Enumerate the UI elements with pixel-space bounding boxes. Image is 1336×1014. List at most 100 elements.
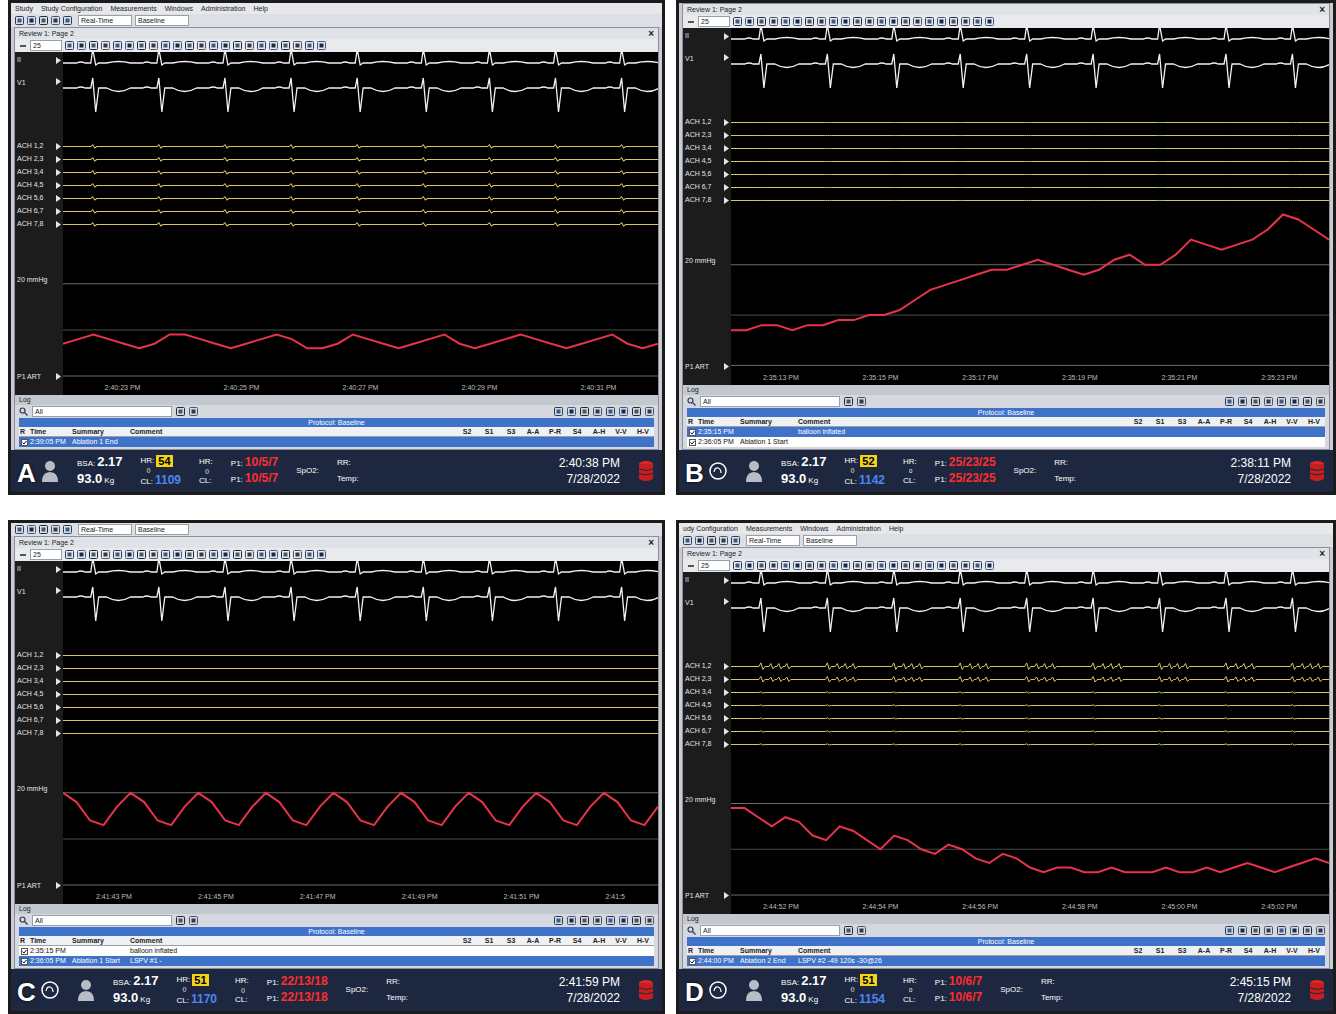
column-header[interactable]: S3	[500, 936, 522, 945]
tool-icon[interactable]	[733, 561, 742, 570]
tool-icon[interactable]	[197, 41, 206, 50]
zoom-select[interactable]: 25	[30, 40, 62, 51]
tool-icon[interactable]	[185, 41, 194, 50]
checkbox-icon[interactable]	[21, 948, 28, 955]
column-header[interactable]: Comment	[797, 417, 1127, 426]
tool-icon[interactable]	[853, 561, 862, 570]
column-header[interactable]: Time	[29, 936, 71, 945]
column-header[interactable]: R	[687, 417, 697, 426]
column-header[interactable]: S1	[1149, 946, 1171, 955]
tool-icon[interactable]	[15, 16, 24, 25]
column-header[interactable]: Summary	[739, 946, 797, 955]
tool-icon[interactable]	[949, 561, 958, 570]
column-header[interactable]: P-R	[1215, 417, 1237, 426]
tool-icon[interactable]	[15, 525, 24, 534]
tool-icon[interactable]	[731, 536, 740, 545]
tool-icon[interactable]	[77, 550, 86, 559]
log-row-checkbox[interactable]	[687, 437, 697, 447]
tool-icon[interactable]	[844, 926, 853, 935]
tool-icon[interactable]	[889, 561, 898, 570]
tool-icon[interactable]	[961, 17, 970, 26]
database-icon[interactable]	[1309, 460, 1325, 482]
tool-icon[interactable]	[973, 17, 982, 26]
tool-icon[interactable]	[176, 916, 185, 925]
tool-icon[interactable]	[27, 525, 36, 534]
tool-icon[interactable]	[925, 17, 934, 26]
checkbox-icon[interactable]	[21, 439, 28, 446]
column-header[interactable]: S4	[1237, 417, 1259, 426]
column-header[interactable]: S2	[456, 427, 478, 436]
menu-item[interactable]: Measurements	[110, 4, 156, 13]
tool-icon[interactable]	[1290, 397, 1299, 406]
menu-item[interactable]: Study Configuration	[41, 4, 102, 13]
column-header[interactable]: A-H	[1259, 946, 1281, 955]
column-header[interactable]: Time	[29, 427, 71, 436]
column-header[interactable]: P-R	[544, 936, 566, 945]
tool-icon[interactable]	[769, 561, 778, 570]
tool-icon[interactable]	[221, 550, 230, 559]
tool-icon[interactable]	[1225, 926, 1234, 935]
tool-icon[interactable]	[173, 41, 182, 50]
log-row-checkbox[interactable]	[687, 427, 697, 437]
tool-icon[interactable]	[89, 550, 98, 559]
zoom-select[interactable]: 25	[698, 16, 730, 27]
column-header[interactable]: P-R	[1215, 946, 1237, 955]
tool-icon[interactable]	[857, 397, 866, 406]
tool-icon[interactable]	[189, 916, 198, 925]
tool-icon[interactable]	[757, 17, 766, 26]
tool-icon[interactable]	[1316, 926, 1325, 935]
column-header[interactable]: Time	[697, 946, 739, 955]
column-header[interactable]: R	[19, 936, 29, 945]
menu-item[interactable]: Administration	[837, 524, 881, 533]
mode-select[interactable]: Real-Time	[746, 535, 800, 546]
tool-icon[interactable]	[645, 407, 654, 416]
column-header[interactable]: A-H	[1259, 417, 1281, 426]
log-filter-select[interactable]: All	[700, 925, 840, 936]
tool-icon[interactable]	[63, 525, 72, 534]
tool-icon[interactable]	[567, 407, 576, 416]
search-icon[interactable]	[19, 407, 28, 416]
tool-icon[interactable]	[683, 536, 692, 545]
tool-icon[interactable]	[593, 407, 602, 416]
search-icon[interactable]	[19, 916, 28, 925]
tool-icon[interactable]	[817, 17, 826, 26]
menu-item[interactable]: Administration	[201, 4, 245, 13]
tool-icon[interactable]	[189, 407, 198, 416]
tool-icon[interactable]	[245, 550, 254, 559]
tool-icon[interactable]	[65, 550, 74, 559]
checkbox-icon[interactable]	[689, 429, 696, 436]
column-header[interactable]: S1	[478, 427, 500, 436]
tool-icon[interactable]	[865, 561, 874, 570]
tool-icon[interactable]	[317, 550, 326, 559]
tool-icon[interactable]	[829, 17, 838, 26]
column-header[interactable]: A-H	[588, 936, 610, 945]
tool-icon[interactable]	[632, 407, 641, 416]
menu-item[interactable]: Help	[253, 4, 267, 13]
tool-icon[interactable]	[841, 561, 850, 570]
minus-icon[interactable]	[687, 562, 695, 570]
database-icon[interactable]	[638, 460, 654, 482]
tool-icon[interactable]	[137, 41, 146, 50]
tool-icon[interactable]	[1303, 397, 1312, 406]
tool-icon[interactable]	[817, 561, 826, 570]
tool-icon[interactable]	[877, 17, 886, 26]
mode-select[interactable]: Real-Time	[78, 15, 132, 26]
tool-icon[interactable]	[985, 561, 994, 570]
tool-icon[interactable]	[606, 407, 615, 416]
tool-icon[interactable]	[63, 16, 72, 25]
tool-icon[interactable]	[554, 407, 563, 416]
tool-icon[interactable]	[185, 550, 194, 559]
protocol-select[interactable]: Baseline	[135, 524, 189, 535]
tool-icon[interactable]	[554, 916, 563, 925]
tool-icon[interactable]	[233, 41, 242, 50]
checkbox-icon[interactable]	[689, 439, 696, 446]
tool-icon[interactable]	[257, 550, 266, 559]
minus-icon[interactable]	[19, 42, 27, 50]
tool-icon[interactable]	[619, 916, 628, 925]
tool-icon[interactable]	[1264, 397, 1273, 406]
close-button[interactable]: ×	[1319, 4, 1325, 15]
column-header[interactable]: A-A	[522, 427, 544, 436]
tool-icon[interactable]	[113, 550, 122, 559]
tool-icon[interactable]	[281, 550, 290, 559]
tool-icon[interactable]	[1238, 397, 1247, 406]
